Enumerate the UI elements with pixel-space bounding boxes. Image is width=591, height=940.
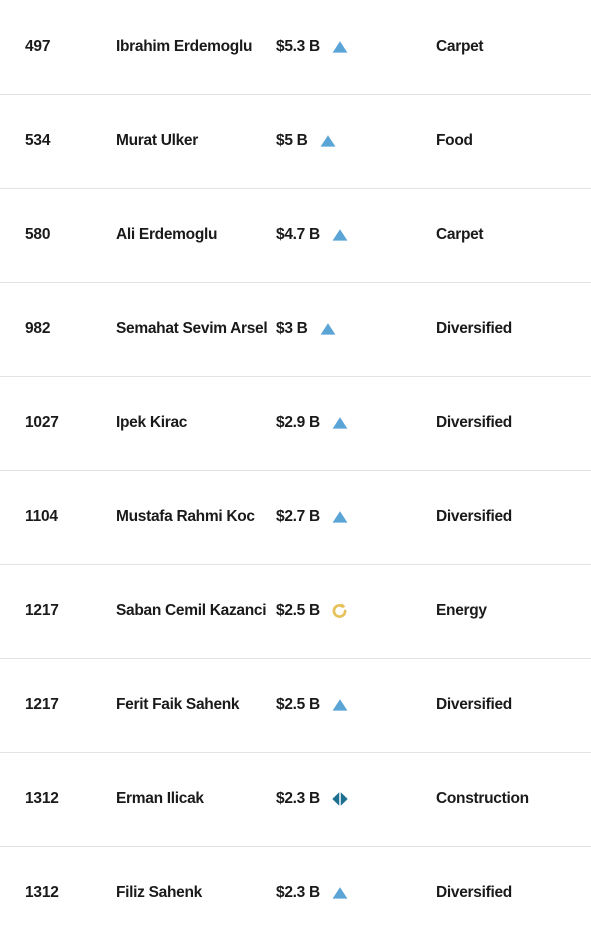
table-row[interactable]: 497 Ibrahim Erdemoglu $5.3 B Carpet (0, 0, 591, 94)
rank-value: 534 (25, 132, 51, 149)
up-triangle-icon (331, 38, 349, 56)
rank-value: 497 (25, 38, 51, 55)
up-triangle-icon (331, 226, 349, 244)
net-worth-cell: $5 B (276, 132, 436, 150)
net-worth-cell: $2.5 B (276, 602, 436, 620)
table-row[interactable]: 1217 Ferit Faik Sahenk $2.5 B Diversified (0, 658, 591, 752)
rank-value: 1027 (25, 414, 59, 431)
industry-value: Construction (436, 790, 529, 807)
net-worth-cell: $5.3 B (276, 38, 436, 56)
net-worth-value: $2.9 B (276, 414, 320, 431)
flat-double-arrow-icon (331, 790, 349, 808)
table-row[interactable]: 580 Ali Erdemoglu $4.7 B Carpet (0, 188, 591, 282)
net-worth-value: $2.5 B (276, 696, 320, 713)
person-name[interactable]: Mustafa Rahmi Koc (116, 508, 276, 526)
up-triangle-icon (331, 508, 349, 526)
net-worth-cell: $2.3 B (276, 790, 436, 808)
net-worth-value: $2.3 B (276, 790, 320, 807)
industry-value: Diversified (436, 696, 512, 713)
industry-value: Diversified (436, 414, 512, 431)
person-name[interactable]: Ipek Kirac (116, 414, 276, 432)
table-row[interactable]: 1104 Mustafa Rahmi Koc $2.7 B Diversified (0, 470, 591, 564)
net-worth-cell: $2.3 B (276, 884, 436, 902)
rank-value: 1104 (25, 508, 58, 525)
up-triangle-icon (319, 132, 337, 150)
net-worth-cell: $4.7 B (276, 226, 436, 244)
industry-value: Food (436, 132, 473, 149)
net-worth-cell: $3 B (276, 320, 436, 338)
rank-value: 580 (25, 226, 51, 243)
person-name[interactable]: Filiz Sahenk (116, 884, 276, 902)
up-triangle-icon (331, 884, 349, 902)
person-name[interactable]: Semahat Sevim Arsel (116, 320, 276, 338)
net-worth-cell: $2.9 B (276, 414, 436, 432)
rank-value: 1312 (25, 790, 59, 807)
rank-value: 1217 (25, 602, 59, 619)
net-worth-cell: $2.5 B (276, 696, 436, 714)
table-row[interactable]: 1312 Filiz Sahenk $2.3 B Diversified (0, 846, 591, 940)
table-row[interactable]: 1217 Saban Cemil Kazanci $2.5 B Energy (0, 564, 591, 658)
rank-value: 1312 (25, 884, 59, 901)
industry-value: Carpet (436, 38, 484, 55)
industry-value: Diversified (436, 884, 512, 901)
rank-value: 1217 (25, 696, 59, 713)
up-triangle-icon (331, 696, 349, 714)
person-name[interactable]: Ibrahim Erdemoglu (116, 38, 276, 56)
net-worth-value: $4.7 B (276, 226, 320, 243)
net-worth-value: $5 B (276, 132, 308, 149)
table-row[interactable]: 1027 Ipek Kirac $2.9 B Diversified (0, 376, 591, 470)
returnee-circle-arrow-icon (331, 602, 349, 620)
up-triangle-icon (319, 320, 337, 338)
rank-value: 982 (25, 320, 51, 337)
table-row[interactable]: 1312 Erman Ilicak $2.3 B Construction (0, 752, 591, 846)
net-worth-value: $2.3 B (276, 884, 320, 901)
person-name[interactable]: Saban Cemil Kazanci (116, 602, 276, 620)
person-name[interactable]: Erman Ilicak (116, 790, 276, 808)
net-worth-value: $3 B (276, 320, 308, 337)
table-row[interactable]: 534 Murat Ulker $5 B Food (0, 94, 591, 188)
industry-value: Energy (436, 602, 487, 619)
net-worth-value: $2.5 B (276, 602, 320, 619)
person-name[interactable]: Murat Ulker (116, 132, 276, 150)
industry-value: Diversified (436, 320, 512, 337)
net-worth-value: $2.7 B (276, 508, 320, 525)
net-worth-cell: $2.7 B (276, 508, 436, 526)
person-name[interactable]: Ali Erdemoglu (116, 226, 276, 244)
up-triangle-icon (331, 414, 349, 432)
table-row[interactable]: 982 Semahat Sevim Arsel $3 B Diversified (0, 282, 591, 376)
billionaire-ranking-table: 497 Ibrahim Erdemoglu $5.3 B Carpet 534 Murat… (0, 0, 591, 940)
industry-value: Diversified (436, 508, 512, 525)
industry-value: Carpet (436, 226, 484, 243)
net-worth-value: $5.3 B (276, 38, 320, 55)
person-name[interactable]: Ferit Faik Sahenk (116, 696, 276, 714)
